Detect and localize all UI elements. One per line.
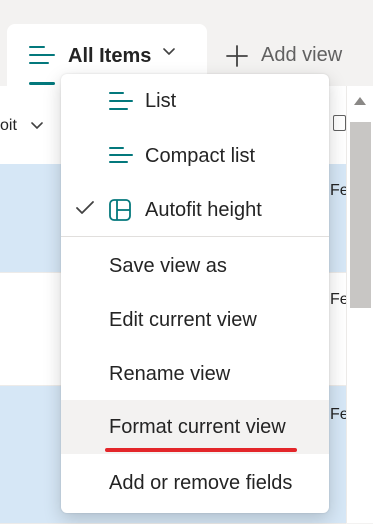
menu-item-label: List — [145, 90, 177, 112]
tab-all-items-label: All Items — [68, 45, 152, 67]
menu-item-autofit-height[interactable]: Autofit height — [61, 183, 329, 237]
menu-item-add-or-remove-fields[interactable]: Add or remove fields — [61, 456, 329, 510]
active-tab-indicator — [29, 82, 55, 85]
chevron-down-icon[interactable] — [31, 120, 43, 130]
menu-item-label: Format current view — [109, 416, 286, 438]
list-lines-icon — [109, 92, 133, 110]
add-view-button[interactable]: Add view — [226, 44, 342, 67]
chevron-down-icon[interactable] — [163, 46, 175, 56]
menu-divider — [61, 236, 329, 237]
menu-item-save-view-as[interactable]: Save view as — [61, 239, 329, 293]
view-options-menu: List Compact list Autofit height Save vi… — [61, 74, 329, 513]
plus-icon — [226, 44, 248, 67]
add-view-label: Add view — [261, 44, 343, 66]
menu-item-edit-current-view[interactable]: Edit current view — [61, 293, 329, 347]
menu-item-label: Autofit height — [145, 199, 262, 221]
highlight-underline — [105, 448, 297, 452]
menu-item-list[interactable]: List — [61, 74, 329, 128]
vertical-scrollbar[interactable] — [346, 86, 373, 523]
menu-item-label: Compact list — [145, 145, 256, 167]
menu-item-label: Edit current view — [109, 309, 257, 331]
column-header-label[interactable]: oit — [0, 117, 17, 135]
menu-item-label: Save view as — [109, 255, 227, 277]
list-lines-icon — [29, 46, 55, 64]
compact-list-icon — [109, 147, 133, 163]
menu-item-label: Rename view — [109, 363, 231, 385]
checkmark-icon — [76, 201, 94, 214]
menu-item-format-current-view[interactable]: Format current view — [61, 400, 329, 454]
scroll-up-icon[interactable] — [353, 96, 367, 106]
menu-item-label: Add or remove fields — [109, 472, 293, 494]
calendar-icon — [333, 115, 346, 131]
menu-item-compact-list[interactable]: Compact list — [61, 129, 329, 183]
autofit-height-icon — [109, 199, 131, 221]
menu-item-rename-view[interactable]: Rename view — [61, 347, 329, 401]
scrollbar-thumb[interactable] — [350, 122, 371, 308]
